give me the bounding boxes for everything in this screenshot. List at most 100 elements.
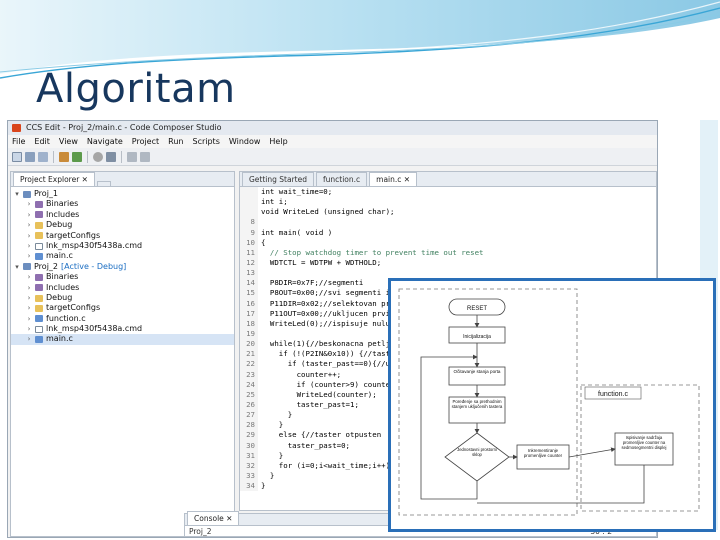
tab-project-explorer[interactable]: Project Explorer ✕	[13, 172, 95, 186]
line-number: 26	[240, 399, 258, 411]
search-icon[interactable]	[93, 151, 103, 162]
menu-window[interactable]: Window	[229, 135, 261, 148]
line-number: 18	[240, 318, 258, 329]
code-text: }	[261, 470, 275, 480]
save-all-icon[interactable]	[38, 151, 48, 162]
expand-arrow-icon[interactable]: ›	[25, 334, 33, 344]
code-text: }	[261, 481, 266, 491]
tree-item-label: main.c	[46, 334, 73, 344]
expand-arrow-icon[interactable]: ›	[25, 251, 33, 261]
code-line: 9 int main( void )	[240, 227, 656, 238]
tab-console[interactable]: Console ✕	[187, 511, 240, 525]
status-project: Proj_2	[189, 527, 212, 536]
project-icon	[23, 190, 31, 198]
expand-arrow-icon[interactable]: ▾	[13, 262, 21, 272]
tab-label: Project Explorer	[20, 175, 80, 184]
tree-item-label: lnk_msp430f5438a.cmd	[46, 240, 143, 250]
tree-item[interactable]: › function.c	[11, 314, 234, 324]
expand-arrow-icon[interactable]: ›	[25, 231, 33, 241]
menu-run[interactable]: Run	[168, 135, 183, 148]
node-init-label: Inicijalizacija	[463, 334, 491, 340]
code-text: taster_past=1;	[261, 399, 359, 409]
expand-arrow-icon[interactable]: ›	[25, 199, 33, 209]
menu-project[interactable]: Project	[132, 135, 159, 148]
expand-arrow-icon[interactable]: ›	[25, 283, 33, 293]
save-icon[interactable]	[25, 151, 35, 162]
menu-view[interactable]: View	[59, 135, 78, 148]
code-text: }	[261, 420, 284, 430]
code-text: {	[261, 237, 266, 247]
tree-item[interactable]: › targetConfigs	[11, 303, 234, 313]
line-number: 32	[240, 460, 258, 471]
menu-edit[interactable]: Edit	[34, 135, 50, 148]
expand-arrow-icon[interactable]: ›	[25, 314, 33, 324]
line-number: 15	[240, 288, 258, 299]
menu-help[interactable]: Help	[269, 135, 287, 148]
tree-item-label: main.c	[46, 251, 73, 261]
tab-getting-started[interactable]: Getting Started	[242, 172, 314, 186]
debug-icon[interactable]	[72, 151, 82, 162]
folder-icon	[35, 221, 43, 229]
expand-arrow-icon[interactable]: ›	[25, 324, 33, 334]
tab-secondary-view[interactable]	[96, 181, 111, 186]
menu-file[interactable]: File	[12, 135, 25, 148]
tree-item[interactable]: › main.c	[11, 251, 234, 261]
line-number: 28	[240, 420, 258, 431]
settings-icon[interactable]	[106, 151, 116, 162]
tree-item-label: lnk_msp430f5438a.cmd	[46, 324, 143, 334]
forward-icon[interactable]	[140, 151, 150, 162]
tab-function-c[interactable]: function.c	[316, 172, 368, 186]
explorer-tab-strip: Project Explorer ✕	[11, 172, 234, 187]
tree-item[interactable]: › lnk_msp430f5438a.cmd	[11, 241, 234, 251]
tree-item[interactable]: ▾ Proj_2 [Active - Debug]	[11, 262, 234, 272]
line-number	[240, 197, 258, 208]
binaries-icon	[35, 201, 43, 209]
expand-arrow-icon[interactable]: ›	[25, 303, 33, 313]
expand-arrow-icon[interactable]: ›	[25, 293, 33, 303]
tree-item[interactable]: ▾ Proj_1	[11, 189, 234, 199]
tree-item[interactable]: › Debug	[11, 220, 234, 230]
tab-main-c[interactable]: main.c ✕	[369, 172, 418, 186]
project-explorer-view: Project Explorer ✕ ▾ Proj_1 › Binaries › Incl…	[10, 171, 235, 537]
line-number: 33	[240, 470, 258, 482]
tree-item[interactable]: › Includes	[11, 283, 234, 293]
expand-arrow-icon[interactable]: ›	[25, 210, 33, 220]
edge-increment-write	[568, 447, 616, 458]
expand-arrow-icon[interactable]: ▾	[13, 189, 21, 199]
code-text: else {//taster otpusten	[261, 430, 382, 440]
menu-navigate[interactable]: Navigate	[87, 135, 123, 148]
tree-item-label: Includes	[46, 209, 80, 219]
tree-item[interactable]: › Debug	[11, 293, 234, 303]
tree-item[interactable]: › targetConfigs	[11, 231, 234, 241]
expand-arrow-icon[interactable]: ›	[25, 272, 33, 282]
file-icon	[35, 242, 43, 250]
back-icon[interactable]	[127, 151, 137, 162]
line-number: 11	[240, 247, 258, 258]
new-icon[interactable]	[12, 151, 22, 162]
tree-item[interactable]: › lnk_msp430f5438a.cmd	[11, 324, 234, 334]
includes-icon	[35, 211, 43, 219]
tree-item[interactable]: › Binaries	[11, 272, 234, 282]
tree-item[interactable]: › Binaries	[11, 199, 234, 209]
expand-arrow-icon[interactable]: ›	[25, 220, 33, 230]
menu-scripts[interactable]: Scripts	[192, 135, 219, 148]
window-title: CCS Edit - Proj_2/main.c - Code Composer…	[26, 123, 222, 132]
expand-arrow-icon[interactable]: ›	[25, 241, 33, 251]
toolbar-separator	[53, 150, 54, 163]
tree-item[interactable]: › Includes	[11, 210, 234, 220]
tree-item[interactable]: › main.c	[11, 334, 234, 345]
code-text: // Stop watchdog timer to prevent time o…	[261, 247, 484, 257]
slide-title: Algoritam	[36, 66, 236, 112]
node-increment-label: Inkrementiranje promenljive counter	[523, 448, 563, 459]
code-text: int wait_time=0;	[261, 187, 333, 196]
function-label: function.c	[598, 391, 628, 398]
code-line: 10{	[240, 237, 656, 248]
node-compare-label: Poređenje sa prethodnim stanjem uključen…	[451, 399, 503, 410]
line-number	[240, 187, 258, 198]
line-number: 10	[240, 237, 258, 248]
line-number: 27	[240, 410, 258, 421]
tree-item-label: Includes	[46, 282, 80, 292]
build-icon[interactable]	[59, 151, 69, 162]
code-text: taster_past=0;	[261, 440, 350, 450]
code-text: counter++;	[261, 369, 342, 379]
